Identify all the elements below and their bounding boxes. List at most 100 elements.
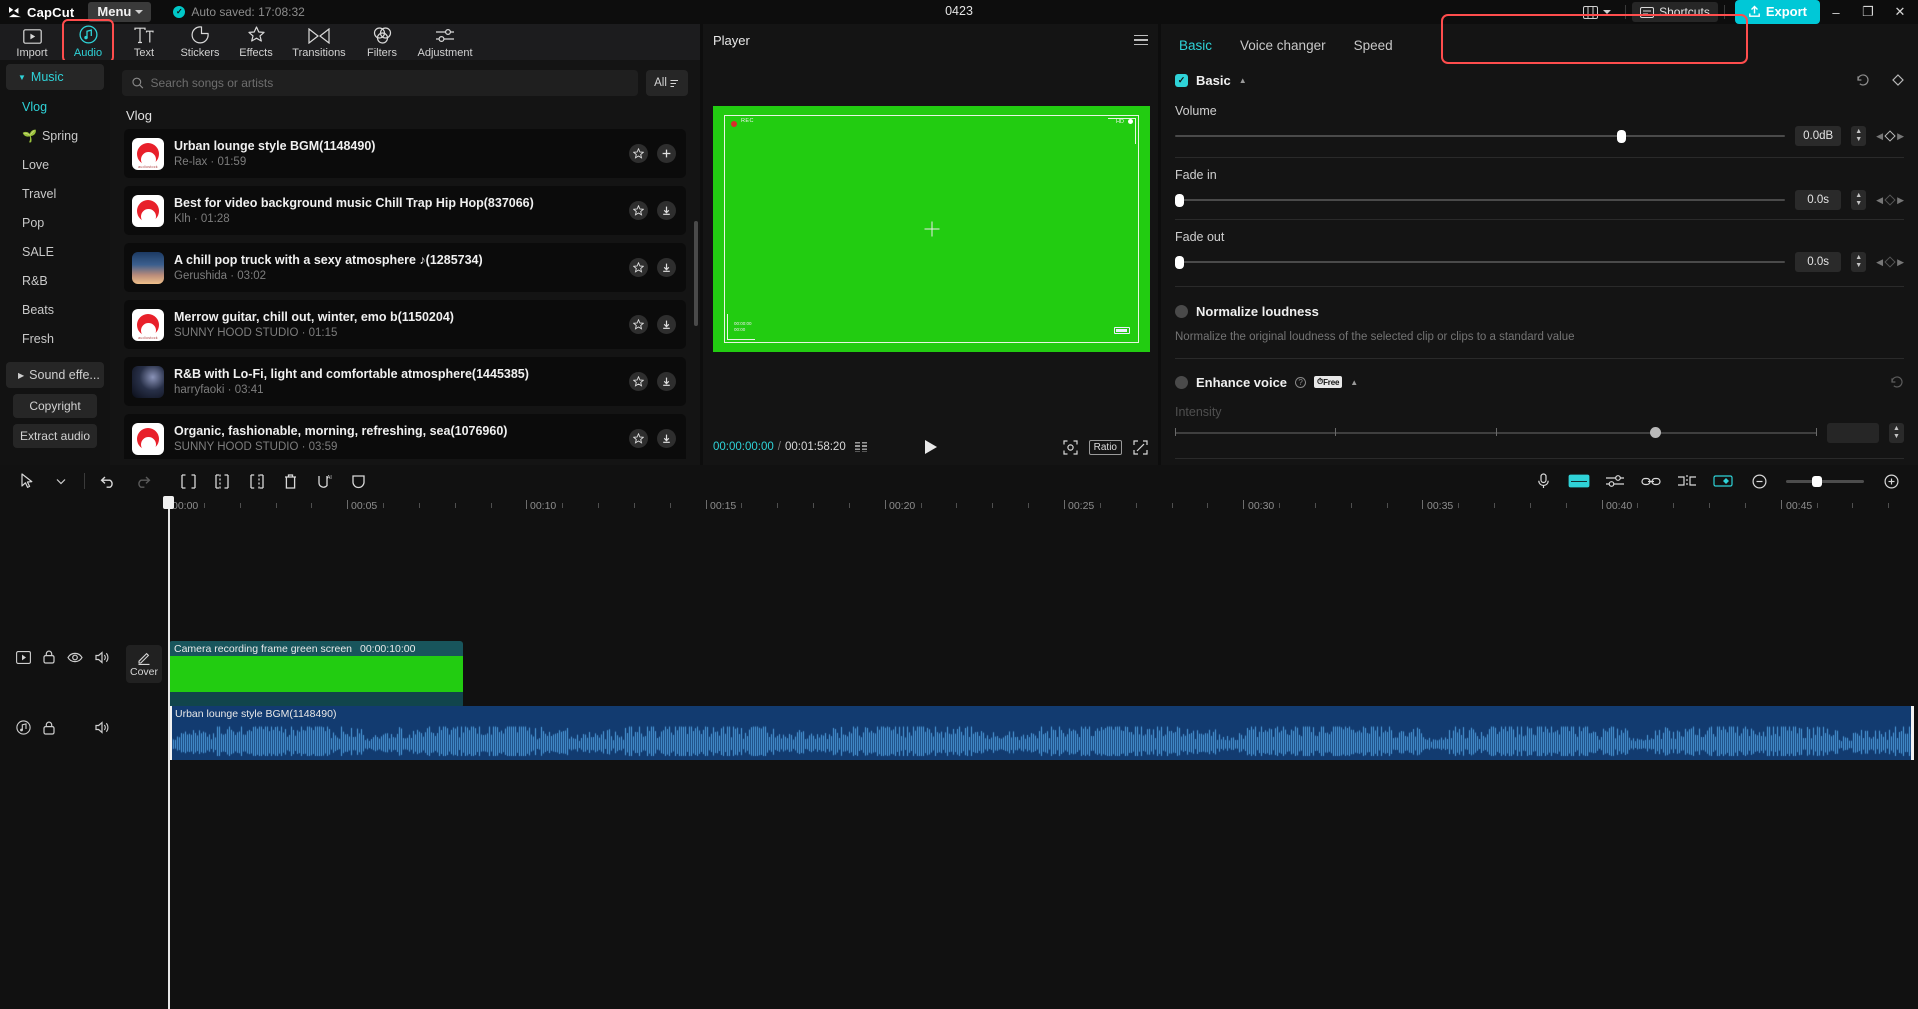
- mic-icon[interactable]: [1526, 465, 1560, 497]
- intensity-slider-knob[interactable]: [1650, 427, 1662, 438]
- link-icon[interactable]: [1634, 465, 1668, 497]
- cover-button[interactable]: Cover: [126, 645, 162, 683]
- tab-voice-changer[interactable]: Voice changer: [1240, 38, 1326, 53]
- volume-keyframe-controls[interactable]: ◀ ▶: [1876, 130, 1904, 142]
- volume-stepper[interactable]: ▲ ▼: [1851, 126, 1867, 146]
- volume-slider[interactable]: [1175, 129, 1786, 143]
- favorite-star-icon[interactable]: [629, 315, 648, 334]
- cut-icon[interactable]: [1670, 465, 1704, 497]
- favorite-star-icon[interactable]: [629, 144, 648, 163]
- frame-list-icon[interactable]: [854, 442, 867, 452]
- select-icon[interactable]: [10, 465, 44, 497]
- tab-filters[interactable]: Filters: [354, 26, 410, 59]
- mask-icon[interactable]: [341, 465, 375, 497]
- enhance-voice-row[interactable]: Enhance voice ? ⏱ Free ▲: [1175, 368, 1904, 396]
- trim-left-icon[interactable]: [205, 465, 239, 497]
- extract-audio-button[interactable]: Extract audio: [13, 424, 97, 448]
- sidebar-item-spring[interactable]: 🌱 Spring: [0, 121, 110, 150]
- chevron-right-icon[interactable]: ▶: [1897, 257, 1904, 268]
- audio-clip[interactable]: Urban lounge style BGM(1148490): [169, 706, 1914, 760]
- list-item[interactable]: Organic, fashionable, morning, refreshin…: [124, 414, 686, 459]
- lock-icon[interactable]: [43, 721, 55, 735]
- chevron-up-icon[interactable]: ▲: [1350, 378, 1358, 387]
- delete-icon[interactable]: [273, 465, 307, 497]
- fade-out-keyframe-controls[interactable]: ◀ ▶: [1876, 256, 1904, 268]
- keyframe-diamond-icon[interactable]: [1884, 130, 1896, 142]
- zoom-slider-knob[interactable]: [1812, 475, 1822, 487]
- playhead-handle[interactable]: [163, 496, 174, 509]
- help-icon[interactable]: ?: [1295, 376, 1307, 388]
- fade-out-value[interactable]: 0.0s: [1795, 252, 1842, 272]
- trim-right-icon[interactable]: [239, 465, 273, 497]
- filter-all-button[interactable]: All: [646, 70, 688, 96]
- keyframe-panel-icon[interactable]: [1706, 465, 1740, 497]
- volume-icon[interactable]: [95, 721, 110, 734]
- fade-in-stepper[interactable]: ▲ ▼: [1851, 190, 1867, 210]
- intensity-slider[interactable]: [1175, 425, 1817, 441]
- sidebar-item-travel[interactable]: Travel: [0, 179, 110, 208]
- tab-basic[interactable]: Basic: [1179, 38, 1212, 53]
- ai-mask-icon[interactable]: AI: [307, 465, 341, 497]
- download-icon[interactable]: [657, 372, 676, 391]
- keyframe-icon[interactable]: [1892, 74, 1904, 86]
- eye-icon[interactable]: [67, 652, 83, 663]
- layout-button[interactable]: [1575, 3, 1619, 22]
- lock-icon[interactable]: [43, 650, 55, 664]
- crop-icon[interactable]: [1063, 439, 1078, 455]
- mix-icon[interactable]: [1598, 465, 1632, 497]
- reset-icon[interactable]: [1856, 73, 1870, 87]
- tab-speed[interactable]: Speed: [1354, 38, 1393, 53]
- timeline-ruler[interactable]: 00:00 00:05 00:10 00:15 00:20 00:25 00:3…: [0, 497, 1918, 519]
- favorite-star-icon[interactable]: [629, 372, 648, 391]
- fade-out-slider[interactable]: [1175, 255, 1786, 269]
- sidebar-item-beats[interactable]: Beats: [0, 295, 110, 324]
- list-item[interactable]: Best for video background music Chill Tr…: [124, 186, 686, 235]
- checkbox-checked-icon[interactable]: ✓: [1175, 73, 1188, 87]
- intensity-stepper[interactable]: ▲ ▼: [1889, 423, 1904, 443]
- list-item[interactable]: audiostock Urban lounge style BGM(114849…: [124, 129, 686, 178]
- playhead[interactable]: [163, 496, 174, 1009]
- volume-slider-knob[interactable]: [1617, 130, 1627, 143]
- tab-import[interactable]: Import: [4, 26, 60, 59]
- redo-icon[interactable]: [125, 465, 159, 497]
- rail-header-music[interactable]: ▼ Music: [6, 64, 104, 90]
- sidebar-item-rnb[interactable]: R&B: [0, 266, 110, 295]
- download-icon[interactable]: [657, 315, 676, 334]
- checkbox-unchecked-icon[interactable]: [1175, 304, 1188, 318]
- intensity-value[interactable]: [1827, 423, 1879, 443]
- video-clip[interactable]: Camera recording frame green screen 00:0…: [169, 641, 463, 708]
- sidebar-item-vlog[interactable]: Vlog: [0, 92, 110, 121]
- tab-stickers[interactable]: Stickers: [172, 25, 228, 59]
- add-to-timeline-icon[interactable]: [657, 144, 676, 163]
- close-button[interactable]: ✕: [1884, 0, 1916, 24]
- undo-icon[interactable]: [91, 465, 125, 497]
- sidebar-item-sale[interactable]: SALE: [0, 237, 110, 266]
- fade-in-slider[interactable]: [1175, 193, 1786, 207]
- search-box[interactable]: [122, 70, 638, 96]
- chevron-up-icon[interactable]: ▲: [1239, 76, 1247, 85]
- minimize-button[interactable]: –: [1820, 0, 1852, 24]
- fade-out-slider-knob[interactable]: [1175, 256, 1184, 269]
- chevron-right-icon[interactable]: ▶: [1897, 131, 1904, 142]
- scrollbar[interactable]: [694, 221, 698, 326]
- tab-text[interactable]: Text: [116, 26, 172, 59]
- sidebar-item-pop[interactable]: Pop: [0, 208, 110, 237]
- favorite-star-icon[interactable]: [629, 258, 648, 277]
- chevron-left-icon[interactable]: ◀: [1876, 195, 1883, 206]
- ratio-button[interactable]: Ratio: [1088, 439, 1122, 455]
- audio-icon[interactable]: [16, 720, 31, 735]
- keyframe-diamond-icon[interactable]: [1884, 256, 1896, 268]
- volume-value[interactable]: 0.0dB: [1795, 126, 1842, 146]
- player-stage[interactable]: REC HD 00:00:00 00:00: [713, 106, 1150, 352]
- clip-preview-icon[interactable]: [16, 650, 31, 664]
- copyright-button[interactable]: Copyright: [13, 394, 97, 418]
- audio-clip-right-handle[interactable]: [1911, 706, 1914, 760]
- tab-transitions[interactable]: Transitions: [284, 26, 354, 59]
- fade-in-slider-knob[interactable]: [1175, 194, 1184, 207]
- fade-in-value[interactable]: 0.0s: [1795, 190, 1842, 210]
- zoom-in-icon[interactable]: [1874, 465, 1908, 497]
- chevron-right-icon[interactable]: ▶: [1897, 195, 1904, 206]
- tab-adjustment[interactable]: Adjustment: [410, 26, 480, 59]
- fade-in-keyframe-controls[interactable]: ◀ ▶: [1876, 194, 1904, 206]
- fullscreen-icon[interactable]: [1133, 439, 1148, 455]
